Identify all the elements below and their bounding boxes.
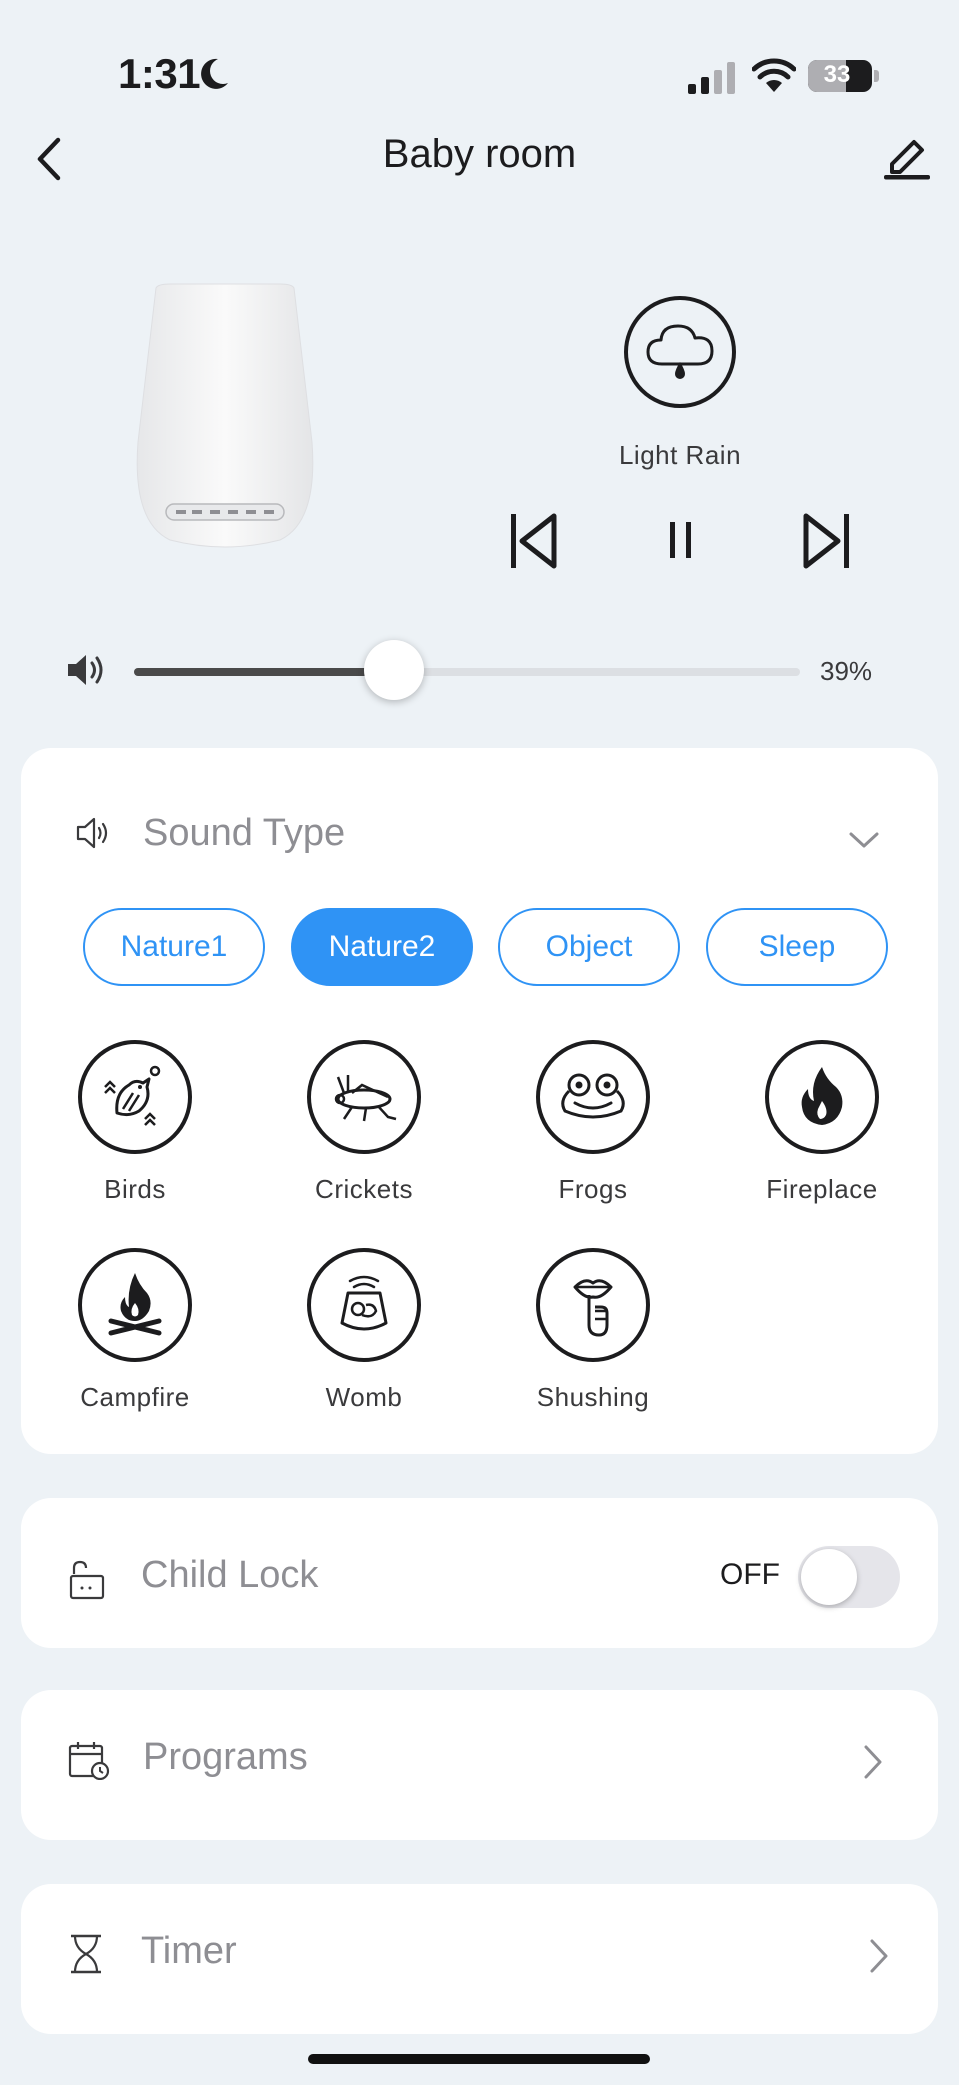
womb-icon <box>340 1275 388 1331</box>
page-title: Baby room <box>382 132 577 176</box>
sound-label: Shushing <box>536 1382 650 1412</box>
sound-campfire[interactable]: Campfire <box>55 1248 215 1413</box>
child-lock-toggle[interactable] <box>798 1546 900 1608</box>
next-track-icon[interactable] <box>800 510 852 572</box>
hourglass-icon <box>71 1934 101 1974</box>
battery-indicator: 33 <box>808 60 879 92</box>
edit-pencil-icon[interactable] <box>884 134 932 180</box>
battery-level: 33 <box>823 61 851 88</box>
sound-label: Womb <box>325 1382 403 1412</box>
sound-fireplace[interactable]: Fireplace <box>742 1040 902 1205</box>
lock-icon <box>69 1560 105 1600</box>
volume-slider-handle[interactable] <box>363 640 424 700</box>
volume-slider-fill <box>134 668 394 676</box>
chip-nature2[interactable]: Nature2 <box>291 908 473 986</box>
volume-slider-track[interactable] <box>134 668 800 676</box>
current-sound-icon[interactable] <box>624 296 736 408</box>
current-sound-name: Light Rain <box>618 440 742 470</box>
child-lock-label: Child Lock <box>141 1554 319 1596</box>
chevron-down-icon[interactable] <box>848 830 880 850</box>
previous-track-icon[interactable] <box>508 510 560 572</box>
volume-percent: 39% <box>820 656 873 686</box>
campfire-icon <box>108 1273 162 1336</box>
toggle-knob <box>801 1549 857 1605</box>
sound-womb[interactable]: Womb <box>284 1248 444 1413</box>
device-image <box>136 283 314 548</box>
flame-icon <box>801 1067 843 1125</box>
cellular-signal-icon <box>688 62 735 94</box>
sound-crickets[interactable]: Crickets <box>284 1040 444 1205</box>
cricket-icon <box>334 1075 397 1122</box>
rain-cloud-icon <box>646 324 714 379</box>
home-indicator <box>308 2054 650 2064</box>
pause-icon[interactable] <box>664 518 698 562</box>
sound-label: Frogs <box>558 1174 628 1204</box>
shushing-icon <box>573 1279 613 1337</box>
sound-label: Fireplace <box>766 1174 878 1204</box>
speaker-icon <box>76 817 108 849</box>
wifi-icon <box>752 58 796 92</box>
sound-birds[interactable]: Birds <box>55 1040 215 1205</box>
calendar-clock-icon <box>68 1742 110 1780</box>
frog-icon <box>561 1073 625 1119</box>
speaker-volume-icon <box>68 655 103 685</box>
chip-sleep[interactable]: Sleep <box>706 908 888 986</box>
sound-frogs[interactable]: Frogs <box>513 1040 673 1205</box>
sound-shushing[interactable]: Shushing <box>513 1248 673 1413</box>
programs-label: Programs <box>143 1736 308 1778</box>
chip-nature1[interactable]: Nature1 <box>83 908 265 986</box>
sound-type-label: Sound Type <box>143 812 346 854</box>
chevron-right-icon <box>864 1745 882 1779</box>
status-time: 1:31 <box>118 50 201 97</box>
bird-icon <box>104 1065 161 1126</box>
sound-label: Campfire <box>80 1382 190 1412</box>
timer-label: Timer <box>141 1930 237 1972</box>
sound-label: Birds <box>104 1174 166 1204</box>
moon-icon <box>201 58 228 89</box>
child-lock-state: OFF <box>720 1558 780 1591</box>
chip-object[interactable]: Object <box>498 908 680 986</box>
chevron-right-icon <box>870 1939 888 1973</box>
sound-label: Crickets <box>315 1174 413 1204</box>
